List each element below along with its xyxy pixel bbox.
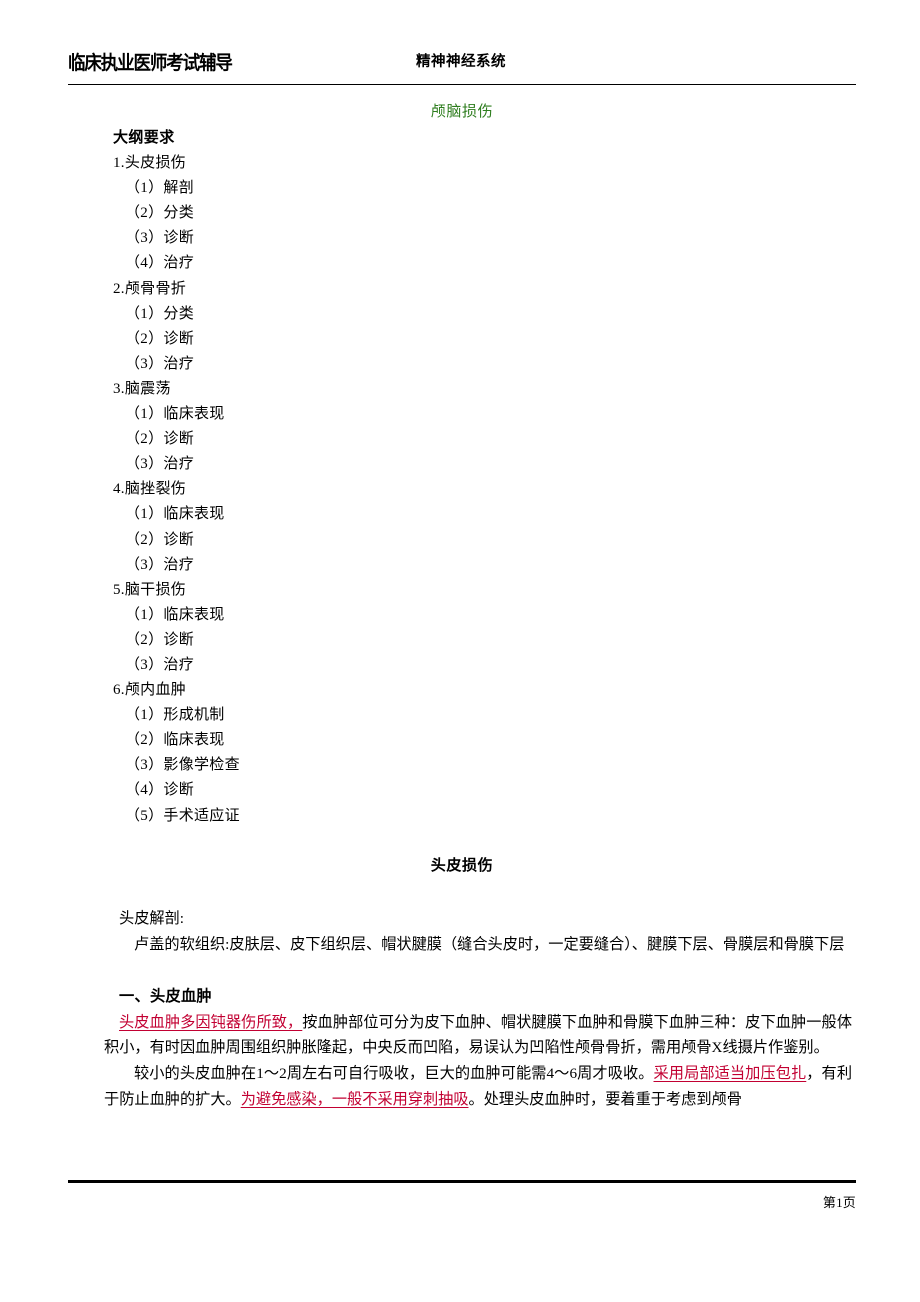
- outline-item: （1）形成机制: [125, 707, 225, 724]
- page-number: 第1页: [822, 1195, 856, 1210]
- outline-item: 3.脑震荡: [113, 380, 171, 397]
- outline-item: （2）诊断: [125, 631, 195, 648]
- hematoma-paragraph: 头皮血肿多因钝器伤所致，按血肿部位可分为皮下血肿、帽状腱膜下血肿和骨膜下血肿三种…: [104, 1010, 852, 1061]
- header-center-title: 精神神经系统: [416, 54, 506, 70]
- outline-item: （2）诊断: [125, 531, 195, 548]
- paragraph-text: 较小的头皮血肿在1～2周左右可自行吸收，巨大的血肿可能需4～6周才吸收。: [134, 1064, 654, 1082]
- absorption-paragraph: 较小的头皮血肿在1～2周左右可自行吸收，巨大的血肿可能需4～6周才吸收。采用局部…: [104, 1061, 852, 1112]
- outline-item: （1）临床表现: [125, 606, 225, 623]
- outline-item: （1）临床表现: [125, 406, 225, 423]
- section-heading: 头皮损伤: [430, 858, 494, 874]
- outline-item: （2）诊断: [125, 330, 195, 347]
- outline-item: 1.头皮损伤: [113, 155, 187, 172]
- highlighted-text: 为避免感染，一般不采用穿刺抽吸: [240, 1090, 469, 1108]
- page-header: 临床执业医师考试辅导 精神神经系统: [68, 44, 854, 78]
- outline-item: 4.脑挫裂伤: [113, 481, 187, 498]
- document-title: 颅脑损伤: [430, 104, 494, 120]
- highlighted-text: 采用局部适当加压包扎: [653, 1064, 807, 1082]
- outline-item: （4）诊断: [125, 782, 195, 799]
- outline-item: （1）分类: [125, 305, 195, 322]
- outline-item: （3）治疗: [125, 556, 195, 573]
- document-page: 临床执业医师考试辅导 精神神经系统 颅脑损伤 大纲要求 1.头皮损伤 （1）解剖…: [0, 0, 920, 1302]
- outline-item: （5）手术适应证: [125, 807, 240, 824]
- outline-item: 2.颅骨骨折: [113, 280, 187, 297]
- subsection-heading: 一、头皮血肿: [119, 988, 212, 1006]
- anatomy-label: 头皮解剖:: [119, 910, 184, 927]
- outline-item: 5.脑干损伤: [113, 581, 187, 598]
- highlighted-text: 头皮血肿多因钝器伤所致，: [119, 1013, 303, 1031]
- outline-item: （2）诊断: [125, 431, 195, 448]
- outline-item: （1）解剖: [125, 180, 195, 197]
- outline-heading: 大纲要求: [113, 130, 175, 146]
- anatomy-paragraph: 卢盖的软组织:皮肤层、皮下组织层、帽状腱膜（缝合头皮时，一定要缝合）、腱膜下层、…: [134, 935, 845, 953]
- outline-item: （3）影像学检查: [125, 757, 240, 774]
- outline-item: （3）治疗: [125, 355, 195, 372]
- outline-item: （4）治疗: [125, 255, 195, 272]
- outline-item: （1）临床表现: [125, 506, 225, 523]
- paragraph-text: 。处理头皮血肿时，要着重于考虑到颅骨: [468, 1090, 742, 1108]
- outline-item: （2）临床表现: [125, 732, 225, 749]
- outline-section: 大纲要求 1.头皮损伤 （1）解剖 （2）分类 （3）诊断 （4）治疗 2.颅骨…: [113, 126, 513, 829]
- outline-item: 6.颅内血肿: [113, 682, 187, 699]
- outline-item: （3）治疗: [125, 456, 195, 473]
- header-divider-rule: [68, 84, 856, 85]
- body-content: 头皮解剖: 卢盖的软组织:皮肤层、皮下组织层、帽状腱膜（缝合头皮时，一定要缝合）…: [104, 906, 852, 1112]
- footer-divider-rule: [68, 1180, 856, 1183]
- outline-item: （3）诊断: [125, 230, 195, 247]
- outline-item: （3）治疗: [125, 656, 195, 673]
- outline-item: （2）分类: [125, 205, 195, 222]
